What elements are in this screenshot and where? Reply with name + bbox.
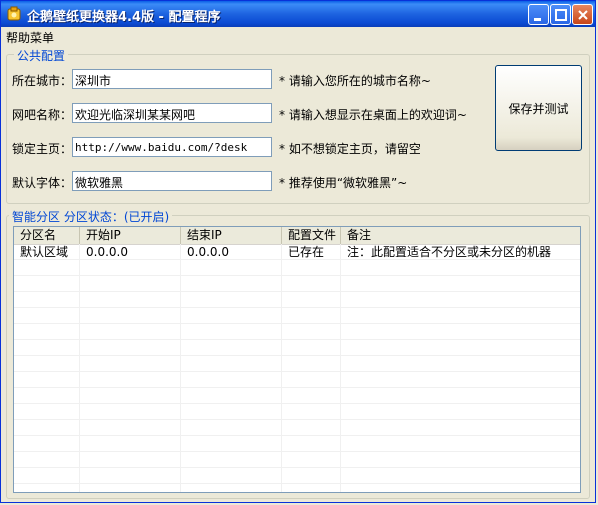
list-header: 分区名 开始IP 结束IP 配置文件 备注 (14, 227, 580, 245)
table-row[interactable]: 默认区域 0.0.0.0 0.0.0.0 已存在 注：此配置适合不分区或未分区的… (14, 244, 580, 260)
partition-legend: 智能分区 分区状态：(已开启) (9, 208, 173, 225)
empty-row (14, 260, 580, 276)
menu-help[interactable]: 帮助菜单 (6, 29, 54, 46)
cell-remark: 注：此配置适合不分区或未分区的机器 (347, 245, 552, 259)
close-icon (578, 10, 588, 20)
app-icon (7, 6, 21, 21)
minimize-button[interactable] (528, 4, 549, 25)
column-header-remark[interactable]: 备注 (341, 227, 580, 244)
empty-row (14, 340, 580, 356)
column-header-name[interactable]: 分区名 (14, 227, 80, 244)
empty-row (14, 388, 580, 404)
app-window: 企鹅壁纸更换器4.4版 - 配置程序 帮助菜单 公共配置 所在城市： 深圳市 *… (0, 0, 596, 503)
homepage-field[interactable]: http://www.baidu.com/?desk (72, 137, 272, 157)
cell-end-ip: 0.0.0.0 (187, 245, 229, 259)
empty-row (14, 276, 580, 292)
empty-row (14, 372, 580, 388)
empty-row (14, 468, 580, 484)
font-field[interactable]: 微软雅黑 (72, 171, 272, 191)
save-test-button[interactable]: 保存并测试 (495, 65, 582, 151)
empty-row (14, 292, 580, 308)
cell-name: 默认区域 (20, 245, 69, 259)
window-title: 企鹅壁纸更换器4.4版 - 配置程序 (27, 10, 221, 25)
minimize-icon (534, 18, 541, 21)
maximize-icon (555, 9, 567, 21)
homepage-label: 锁定主页： (12, 142, 73, 156)
city-hint: * 请输入您所在的城市名称~ (279, 74, 431, 88)
column-header-start-ip[interactable]: 开始IP (80, 227, 181, 244)
column-header-config-file[interactable]: 配置文件 (282, 227, 341, 244)
empty-row (14, 324, 580, 340)
empty-row (14, 356, 580, 372)
city-label: 所在城市： (12, 74, 73, 88)
empty-row (14, 420, 580, 436)
empty-row (14, 452, 580, 468)
title-bar[interactable]: 企鹅壁纸更换器4.4版 - 配置程序 (1, 1, 595, 27)
city-field[interactable]: 深圳市 (72, 69, 272, 89)
font-label: 默认字体： (12, 176, 73, 190)
maximize-button[interactable] (550, 4, 571, 25)
cafe-name-field[interactable]: 欢迎光临深圳某某网吧 (72, 103, 272, 123)
homepage-hint: * 如不想锁定主页，请留空 (279, 142, 421, 156)
cell-start-ip: 0.0.0.0 (86, 245, 128, 259)
font-hint: * 推荐使用“微软雅黑”~ (279, 176, 408, 190)
public-config-legend: 公共配置 (14, 47, 69, 64)
cell-config-file: 已存在 (288, 245, 325, 259)
save-test-label: 保存并测试 (508, 101, 569, 116)
column-header-end-ip[interactable]: 结束IP (181, 227, 282, 244)
cafe-name-hint: * 请输入想显示在桌面上的欢迎词~ (279, 108, 467, 122)
close-button[interactable] (572, 4, 593, 25)
empty-row (14, 436, 580, 452)
partition-list[interactable]: 分区名 开始IP 结束IP 配置文件 备注 默认区域 0.0.0.0 0.0.0… (13, 226, 581, 493)
empty-row (14, 404, 580, 420)
empty-row (14, 308, 580, 324)
cafe-name-label: 网吧名称： (12, 108, 73, 122)
menu-bar: 帮助菜单 (1, 27, 595, 45)
